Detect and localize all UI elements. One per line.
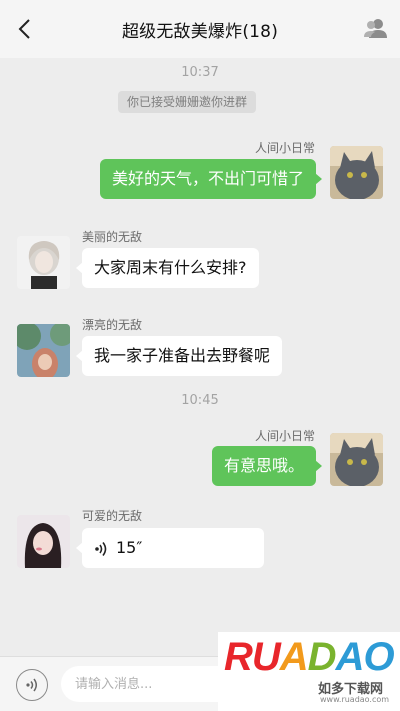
avatar-cat-image bbox=[330, 433, 383, 486]
chevron-left-icon bbox=[18, 19, 30, 39]
sender-name: 可爱的无敌 bbox=[82, 509, 143, 523]
avatar-girl-image bbox=[17, 515, 70, 568]
message-bubble[interactable]: 美好的天气，不出门可惜了 bbox=[99, 159, 323, 199]
voice-wave-icon bbox=[95, 541, 107, 556]
avatar-woman[interactable] bbox=[17, 236, 70, 289]
watermark-url: www.ruadao.com bbox=[320, 695, 390, 704]
sender-name: 漂亮的无敌 bbox=[82, 318, 143, 332]
avatar-girl[interactable] bbox=[17, 515, 70, 568]
timestamp: 10:37 bbox=[181, 65, 219, 80]
chat-title: 超级无敌美爆炸(18) bbox=[121, 21, 279, 42]
voice-message-bubble[interactable]: 15″ bbox=[76, 528, 264, 568]
message-bubble[interactable]: 我一家子准备出去野餐呢 bbox=[75, 336, 283, 376]
chat-header: 超级无敌美爆炸(18) bbox=[0, 0, 400, 58]
watermark-logo: RUADAO 如多下载网 www.ruadao.com bbox=[218, 632, 400, 711]
voice-duration: 15″ bbox=[116, 538, 143, 557]
avatar-outdoor-image bbox=[17, 324, 70, 377]
voice-icon bbox=[26, 678, 37, 692]
sender-name: 人间小日常 bbox=[254, 141, 315, 155]
avatar-cat[interactable] bbox=[330, 433, 383, 486]
timestamp: 10:45 bbox=[181, 393, 219, 408]
avatar-cat[interactable] bbox=[330, 146, 383, 199]
sender-name: 人间小日常 bbox=[254, 429, 315, 443]
group-members-icon bbox=[364, 19, 387, 38]
message-bubble[interactable]: 大家周末有什么安排? bbox=[76, 248, 259, 288]
back-button[interactable] bbox=[8, 13, 40, 45]
avatar-woman-outdoor[interactable] bbox=[17, 324, 70, 377]
sender-name: 美丽的无敌 bbox=[82, 230, 143, 244]
message-bubble[interactable]: 有意思哦。 bbox=[211, 446, 323, 486]
watermark-wordmark: RUADAO bbox=[224, 635, 395, 679]
avatar-woman-image bbox=[17, 236, 70, 289]
group-info-button[interactable] bbox=[362, 15, 388, 41]
avatar-cat-image bbox=[330, 146, 383, 199]
system-notice: 你已接受姗姗邀你进群 bbox=[118, 91, 257, 113]
voice-input-button[interactable] bbox=[16, 669, 48, 701]
